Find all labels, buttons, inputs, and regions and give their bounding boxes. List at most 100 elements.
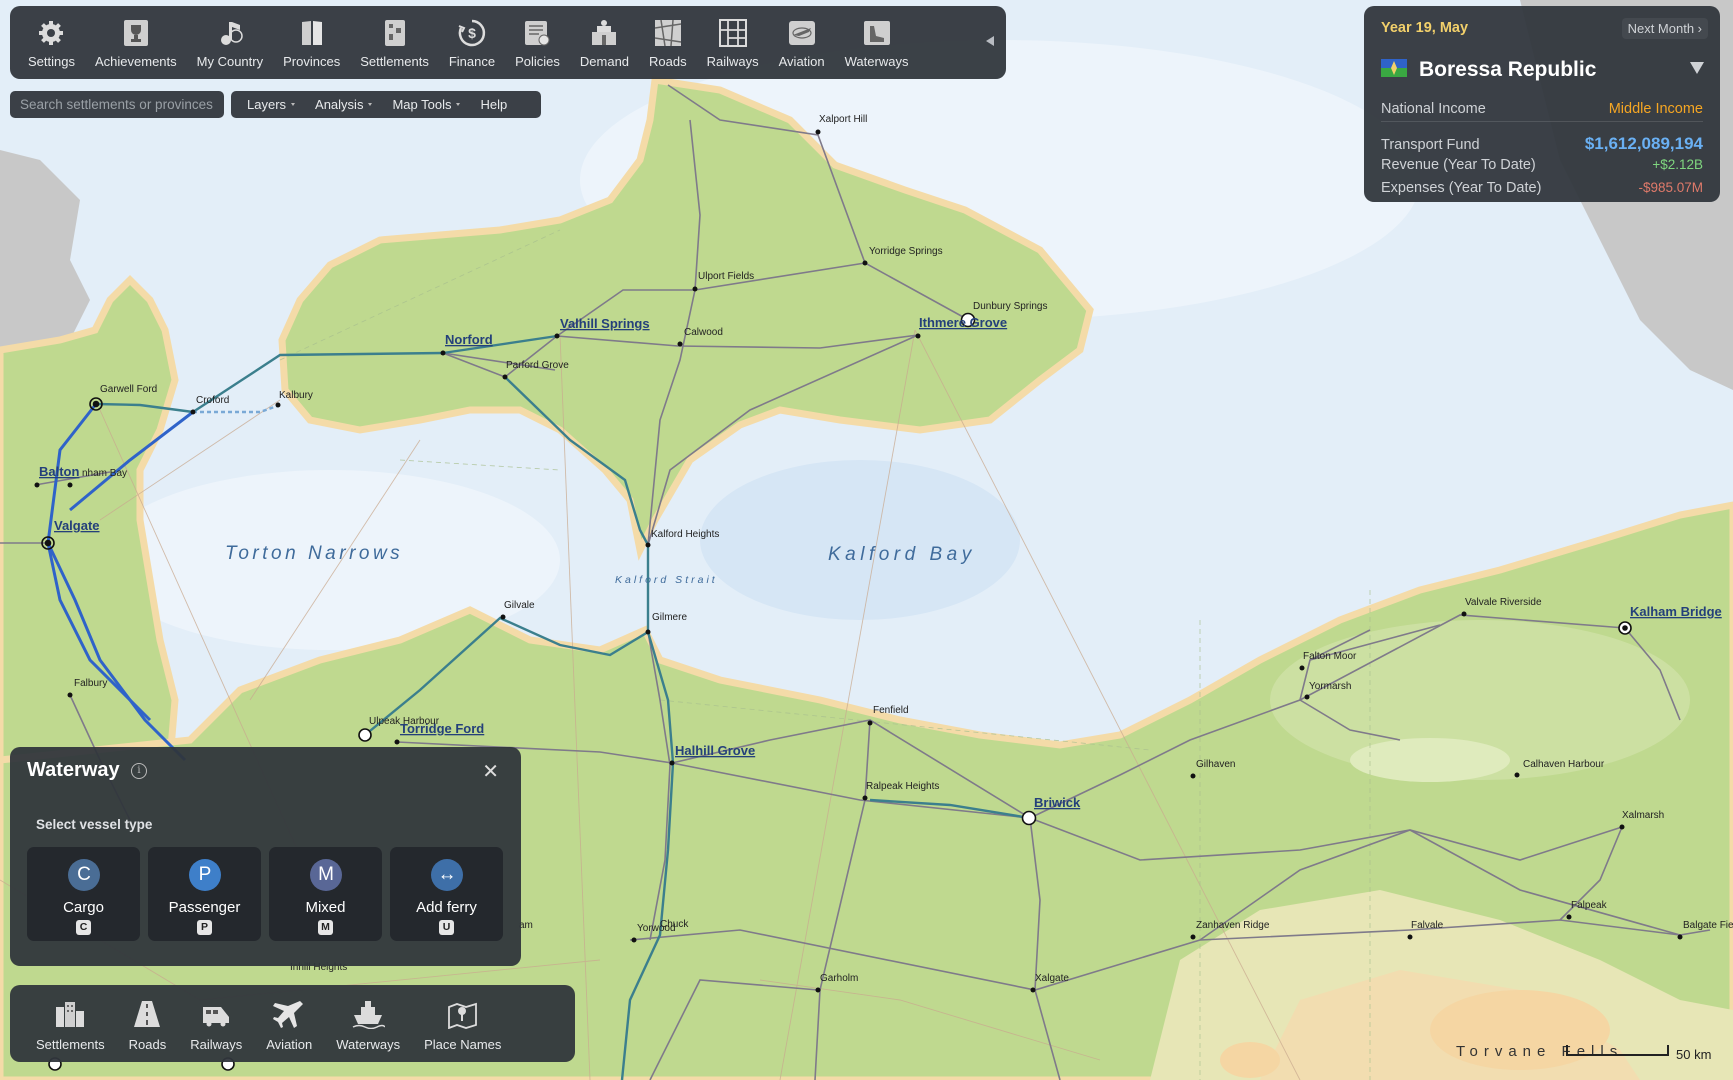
place-label: Garholm <box>820 973 858 984</box>
place-label: Ulport Fields <box>698 271 754 282</box>
layer-railways-button[interactable]: Railways <box>178 985 254 1062</box>
shortcut-key: C <box>76 920 91 935</box>
waterways-icon <box>863 21 890 45</box>
toolbar-demand-button[interactable]: Demand <box>570 6 639 79</box>
next-month-button[interactable]: Next Month › <box>1621 18 1708 39</box>
place-label: Dunbury Springs <box>973 301 1047 312</box>
place-label: Gilhaven <box>1196 759 1235 770</box>
place-label: Xalport Hill <box>819 114 867 125</box>
gear-icon <box>39 21 64 45</box>
cargo-icon: C <box>68 859 100 891</box>
place-label: Calhaven Harbour <box>1523 759 1605 770</box>
layer-toggle-bar: Settlements Roads Railways Aviation Wate… <box>10 985 575 1062</box>
aviation-icon <box>788 21 815 45</box>
analysis-menu[interactable]: Analysis <box>305 97 382 112</box>
layers-menu[interactable]: Layers <box>237 97 305 112</box>
info-icon[interactable]: i <box>131 763 147 779</box>
ship-icon <box>352 1001 386 1029</box>
place-label: Falton Moor <box>1303 651 1357 662</box>
country-info-panel: Year 19, May Next Month › Boressa Republ… <box>1364 6 1720 202</box>
policies-icon <box>525 21 550 46</box>
add-ferry-button[interactable]: ↔ Add ferry U <box>390 847 503 941</box>
toolbar-finance-button[interactable]: $ Finance <box>439 6 505 79</box>
place-kalham-bridge[interactable]: Kalham Bridge <box>1630 604 1722 619</box>
road-icon <box>134 1001 161 1027</box>
place-label: Yorridge Springs <box>869 246 943 257</box>
scale-bar <box>1566 1045 1669 1056</box>
place-norford[interactable]: Norford <box>445 332 493 347</box>
place-label: am <box>519 920 533 931</box>
layer-waterways-button[interactable]: Waterways <box>324 985 412 1062</box>
water-label-kalford-bay: Kalford Bay <box>828 544 976 565</box>
revenue-row: Revenue (Year To Date) +$2.12B <box>1381 157 1703 173</box>
toolbar-railways-button[interactable]: Railways <box>697 6 769 79</box>
toolbar-waterways-button[interactable]: Waterways <box>835 6 919 79</box>
transport-fund-row: Transport Fund $1,612,089,194 <box>1381 134 1703 153</box>
caret-down-icon <box>291 103 296 106</box>
place-label: Parford Grove <box>506 360 569 371</box>
expenses-row: Expenses (Year To Date) -$985.07M <box>1381 180 1703 196</box>
toolbar-provinces-button[interactable]: Provinces <box>273 6 350 79</box>
passenger-icon: P <box>189 859 221 891</box>
shortcut-key: U <box>439 920 454 935</box>
layer-roads-button[interactable]: Roads <box>117 985 179 1062</box>
music-note-icon <box>220 22 243 45</box>
buildings-icon <box>56 1002 85 1027</box>
divider <box>1381 121 1703 122</box>
place-label: Yormarsh <box>1309 681 1351 692</box>
place-label: Xalgate <box>1035 973 1069 984</box>
expenses-value: -$985.07M <box>1638 180 1703 195</box>
place-label: Falpeak <box>1571 900 1608 911</box>
country-flag-icon <box>1381 59 1407 77</box>
place-briwick[interactable]: Briwick <box>1034 795 1081 810</box>
country-dropdown-icon[interactable] <box>1690 62 1704 74</box>
caret-down-icon <box>368 103 373 106</box>
layer-aviation-button[interactable]: Aviation <box>254 985 324 1062</box>
vessel-mixed-button[interactable]: M Mixed M <box>269 847 382 941</box>
trophy-icon <box>123 20 148 46</box>
place-label: Balgate Fie <box>1683 920 1733 931</box>
svg-text:$: $ <box>468 25 476 41</box>
panel-title: Waterway <box>27 759 120 781</box>
water-label-torton: Torton Narrows <box>225 543 403 564</box>
provinces-icon <box>301 21 322 45</box>
search-input[interactable] <box>10 91 224 118</box>
place-label: Fenfield <box>873 705 909 716</box>
toolbar-achievements-button[interactable]: Achievements <box>85 6 187 79</box>
place-label: Ulpeak Harbour <box>369 716 440 727</box>
place-label: Ralpeak Heights <box>866 781 939 792</box>
scale-label: 50 km <box>1676 1047 1712 1062</box>
help-menu[interactable]: Help <box>470 97 517 112</box>
vessel-passenger-button[interactable]: P Passenger P <box>148 847 261 941</box>
place-label: nham Bay <box>82 468 127 479</box>
toolbar-aviation-button[interactable]: Aviation <box>769 6 835 79</box>
railways-icon <box>718 19 747 47</box>
place-halhill-grove[interactable]: Halhill Grove <box>675 743 755 758</box>
place-valgate[interactable]: Valgate <box>54 518 100 533</box>
shortcut-key: P <box>197 920 212 935</box>
toolbar-settlements-button[interactable]: Settlements <box>350 6 439 79</box>
vessel-cargo-button[interactable]: C Cargo C <box>27 847 140 941</box>
map-tools-menu[interactable]: Map Tools <box>382 97 470 112</box>
national-income-value: Middle Income <box>1608 101 1703 117</box>
toolbar-settings-button[interactable]: Settings <box>18 6 85 79</box>
close-icon[interactable]: ✕ <box>482 759 499 784</box>
toolbar-my-country-button[interactable]: My Country <box>187 6 273 79</box>
place-valhill-springs[interactable]: Valhill Springs <box>560 316 650 331</box>
place-label: Gilvale <box>504 600 535 611</box>
shortcut-key: M <box>318 920 333 935</box>
collapse-toolbar-icon[interactable] <box>986 36 994 46</box>
place-balton[interactable]: Balton <box>39 464 80 479</box>
toolbar-policies-button[interactable]: Policies <box>505 6 570 79</box>
place-ithmere-grove[interactable]: Ithmere Grove <box>919 315 1007 330</box>
top-toolbar: Settings Achievements My Country Provinc… <box>10 6 1006 79</box>
current-date: Year 19, May <box>1381 20 1469 36</box>
dollar-icon: $ <box>458 19 486 47</box>
transport-fund-value: $1,612,089,194 <box>1584 134 1703 153</box>
layer-settlements-button[interactable]: Settlements <box>24 985 117 1062</box>
layer-place-names-button[interactable]: Place Names <box>412 985 513 1062</box>
roads-icon <box>654 19 681 47</box>
train-icon <box>203 1007 230 1027</box>
toolbar-roads-button[interactable]: Roads <box>639 6 697 79</box>
mixed-icon: M <box>310 859 342 891</box>
